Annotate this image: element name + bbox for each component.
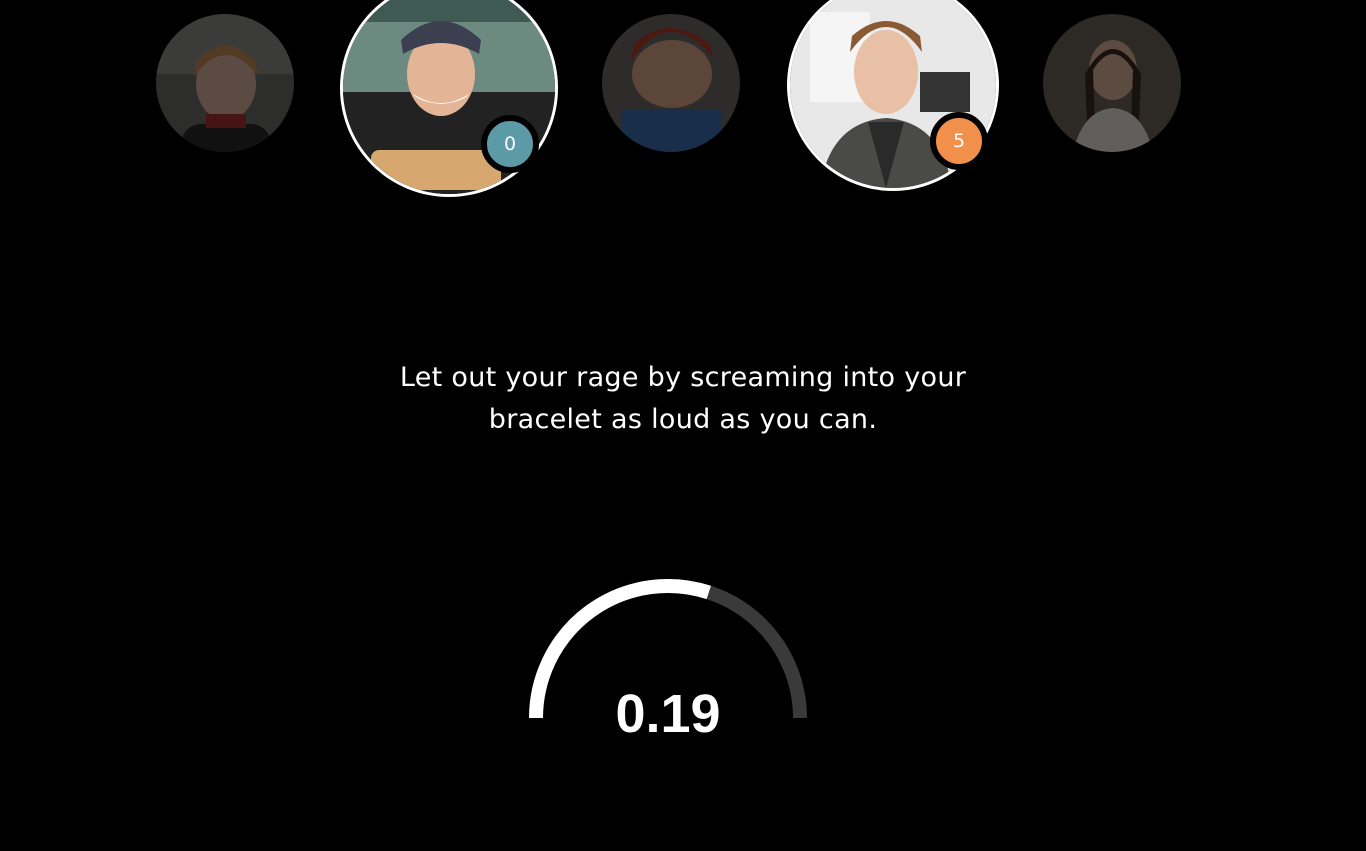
avatar-photo bbox=[602, 14, 740, 152]
volume-value: 0.19 bbox=[615, 684, 721, 744]
instruction-line-1: Let out your rage by screaming into your bbox=[399, 362, 967, 393]
instruction-line-2: bracelet as loud as you can. bbox=[488, 404, 878, 435]
participant-avatar-5[interactable] bbox=[1043, 14, 1181, 152]
participant-avatar-1[interactable] bbox=[156, 14, 294, 152]
score-badge: 5 bbox=[930, 112, 988, 170]
avatar-photo-graphic bbox=[156, 14, 294, 152]
avatar-photo bbox=[156, 14, 294, 152]
score-value: 0 bbox=[503, 133, 517, 155]
participant-avatar-3[interactable] bbox=[602, 14, 740, 152]
participant-avatar-2[interactable]: 0 bbox=[343, 0, 555, 194]
score-value: 5 bbox=[952, 130, 966, 152]
avatar-photo-graphic bbox=[602, 14, 740, 152]
score-badge: 0 bbox=[481, 115, 539, 173]
scream-instruction: Let out your rage by screaming into your… bbox=[283, 357, 1083, 441]
participant-avatar-4[interactable]: 5 bbox=[790, 0, 996, 188]
avatar-photo bbox=[1043, 14, 1181, 152]
avatar-photo-graphic bbox=[1043, 14, 1181, 152]
